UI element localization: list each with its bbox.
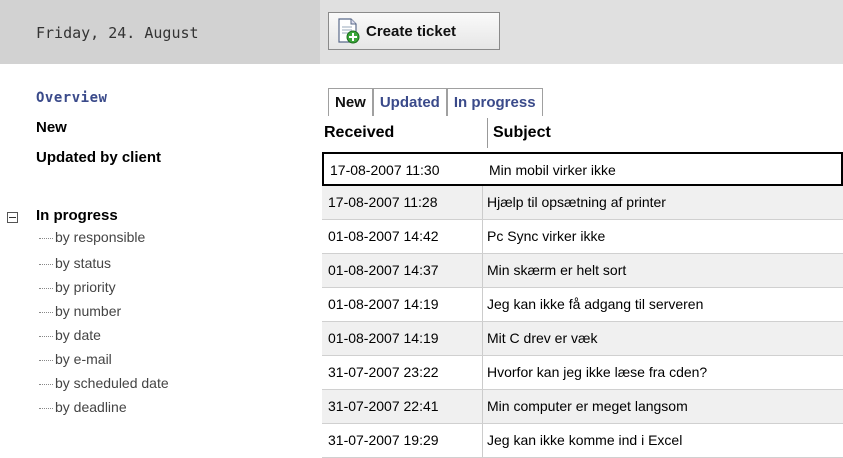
table-row[interactable]: 01-08-2007 14:37 Min skærm er helt sort bbox=[322, 254, 843, 288]
create-ticket-label: Create ticket bbox=[366, 22, 457, 40]
subject-cell: Jeg kan ikke få adgang til serveren bbox=[487, 296, 704, 312]
subject-cell: Pc Sync virker ikke bbox=[487, 228, 606, 244]
current-date: Friday, 24. August bbox=[36, 24, 199, 42]
nav-new[interactable]: New bbox=[36, 119, 67, 136]
subject-cell: Mit C drev er væk bbox=[487, 330, 598, 346]
nav-updated-by-client[interactable]: Updated by client bbox=[36, 149, 161, 166]
new-document-icon bbox=[336, 18, 360, 44]
subject-cell: Min mobil virker ikke bbox=[489, 162, 616, 178]
received-cell: 31-07-2007 23:22 bbox=[328, 364, 439, 380]
table-row[interactable]: 31-07-2007 23:22 Hvorfor kan jeg ikke læ… bbox=[322, 356, 843, 390]
column-header-received[interactable]: Received bbox=[324, 118, 484, 148]
tree-item-by-priority[interactable]: by priority bbox=[39, 279, 116, 299]
date-panel: Friday, 24. August bbox=[0, 0, 320, 64]
subject-cell: Hvorfor kan jeg ikke læse fra cden? bbox=[487, 364, 708, 380]
table-row[interactable]: 17-08-2007 11:30 Min mobil virker ikke bbox=[322, 152, 843, 186]
tree-item-by-email[interactable]: by e-mail bbox=[39, 351, 112, 371]
subject-cell: Min skærm er helt sort bbox=[487, 262, 627, 278]
column-header-subject[interactable]: Subject bbox=[487, 118, 843, 148]
received-cell: 31-07-2007 22:41 bbox=[328, 398, 439, 414]
received-cell: 01-08-2007 14:19 bbox=[328, 296, 439, 312]
top-bar: Friday, 24. August Create ticket bbox=[0, 0, 843, 64]
collapse-toggle-icon[interactable] bbox=[7, 212, 18, 223]
tree-item-by-date[interactable]: by date bbox=[39, 327, 101, 347]
subject-cell: Jeg kan ikke komme ind i Excel bbox=[487, 432, 683, 448]
received-cell: 17-08-2007 11:28 bbox=[328, 194, 438, 210]
tab-new[interactable]: New bbox=[328, 88, 373, 116]
subject-cell: Hjælp til opsætning af printer bbox=[487, 194, 666, 210]
received-cell: 01-08-2007 14:37 bbox=[328, 262, 439, 278]
subject-cell: Min computer er meget langsom bbox=[487, 398, 688, 414]
nav-overview[interactable]: Overview bbox=[36, 90, 107, 106]
tree-item-by-responsible[interactable]: by responsible bbox=[39, 229, 145, 249]
table-row[interactable]: 01-08-2007 14:42 Pc Sync virker ikke bbox=[322, 220, 843, 254]
table-row[interactable]: 17-08-2007 11:28 Hjælp til opsætning af … bbox=[322, 186, 843, 220]
received-cell: 17-08-2007 11:30 bbox=[330, 162, 440, 178]
tree-item-by-status[interactable]: by status bbox=[39, 255, 111, 275]
received-cell: 01-08-2007 14:19 bbox=[328, 330, 439, 346]
tree-item-by-number[interactable]: by number bbox=[39, 303, 121, 323]
ticket-tabs: New Updated In progress bbox=[328, 86, 543, 116]
tree-item-by-deadline[interactable]: by deadline bbox=[39, 399, 127, 419]
tab-updated[interactable]: Updated bbox=[372, 88, 447, 116]
create-ticket-button[interactable]: Create ticket bbox=[328, 12, 500, 50]
table-row[interactable]: 31-07-2007 22:41 Min computer er meget l… bbox=[322, 390, 843, 424]
sidebar: Overview New Updated by client In progre… bbox=[0, 64, 320, 445]
tab-in-progress[interactable]: In progress bbox=[446, 88, 543, 116]
tree-item-by-scheduled-date[interactable]: by scheduled date bbox=[39, 375, 169, 395]
received-cell: 31-07-2007 19:29 bbox=[328, 432, 439, 448]
table-row[interactable]: 31-07-2007 19:29 Jeg kan ikke komme ind … bbox=[322, 424, 843, 458]
table-row[interactable]: 01-08-2007 14:19 Jeg kan ikke få adgang … bbox=[322, 288, 843, 322]
received-cell: 01-08-2007 14:42 bbox=[328, 228, 439, 244]
table-row[interactable]: 01-08-2007 14:19 Mit C drev er væk bbox=[322, 322, 843, 356]
nav-in-progress[interactable]: In progress bbox=[36, 207, 118, 224]
